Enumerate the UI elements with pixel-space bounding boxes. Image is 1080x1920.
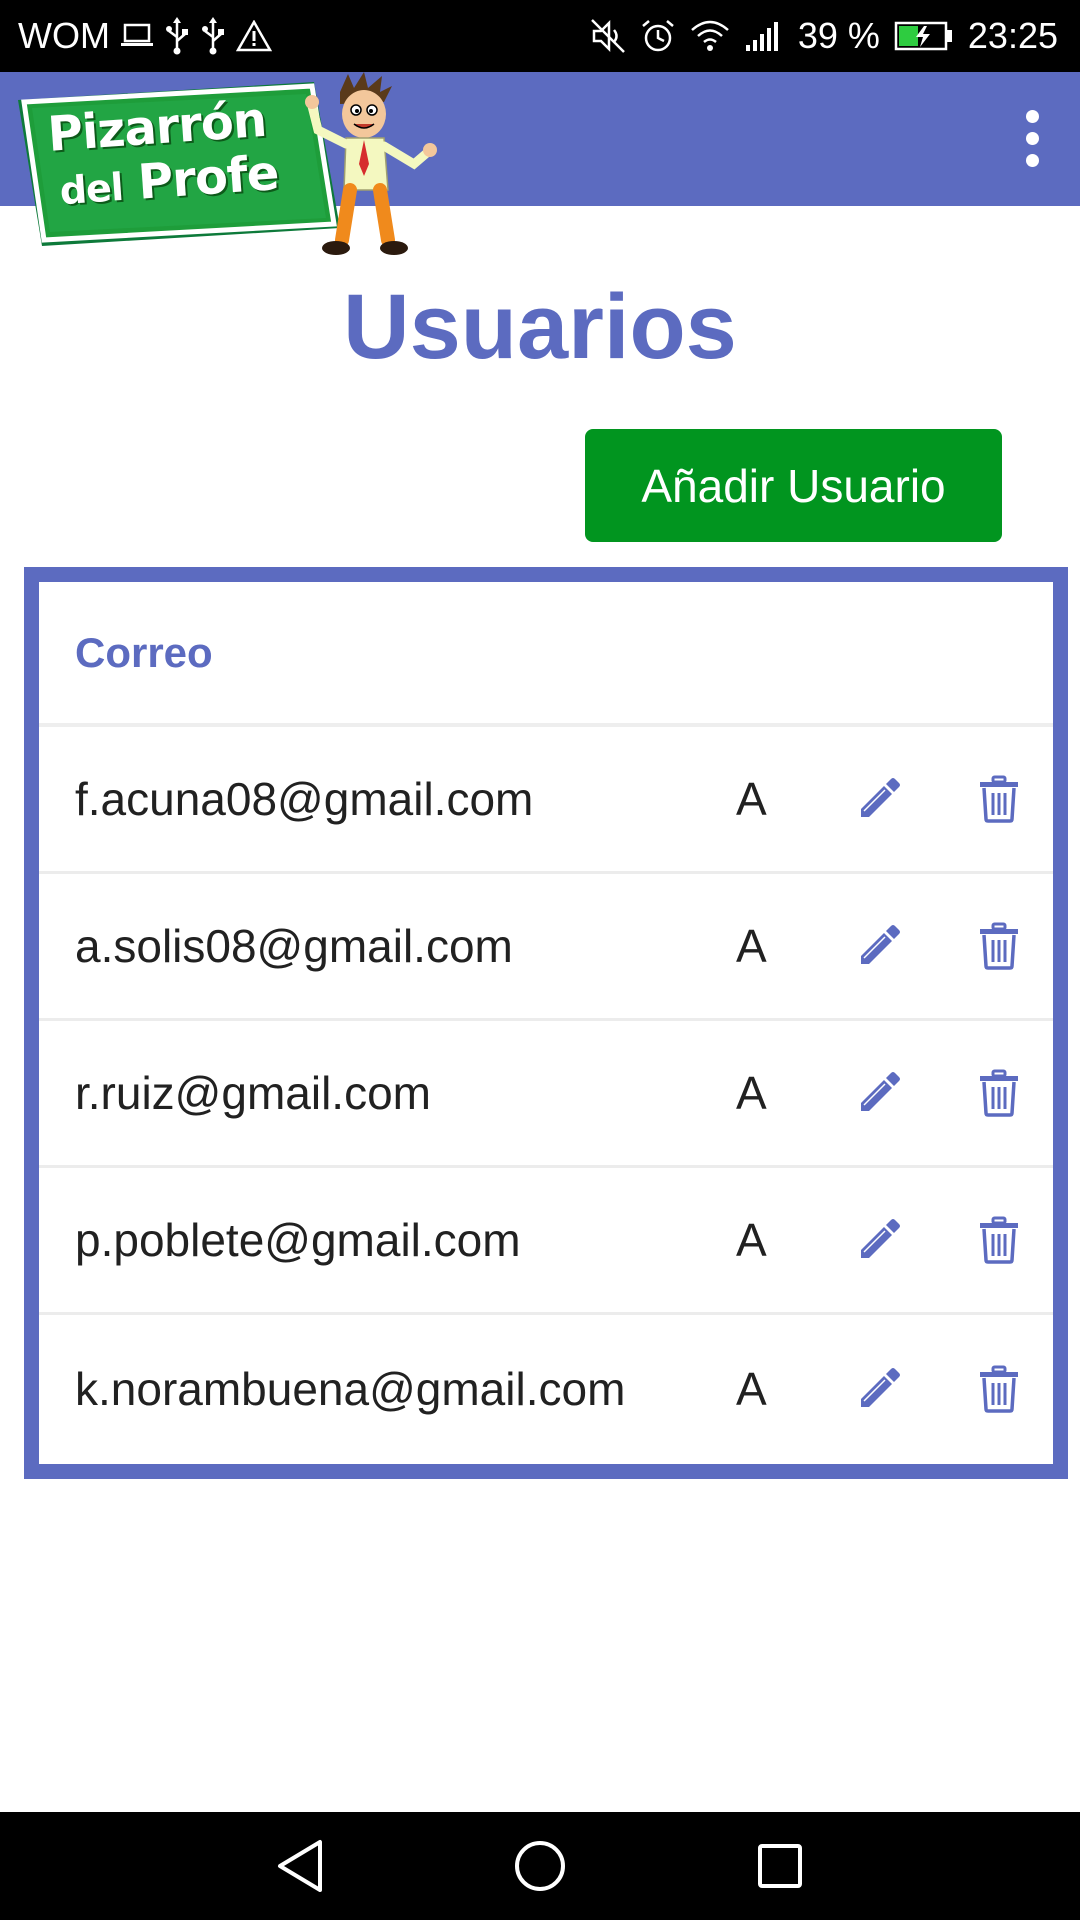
user-email: f.acuna08@gmail.com: [75, 773, 534, 825]
back-button[interactable]: [240, 1812, 360, 1920]
user-email: r.ruiz@gmail.com: [75, 1067, 431, 1119]
battery-percent: 39 %: [797, 15, 880, 56]
recents-button[interactable]: [720, 1812, 840, 1920]
table-row: f.acuna08@gmail.com A: [39, 727, 1053, 874]
home-button[interactable]: [480, 1812, 600, 1920]
edit-user-button[interactable]: [839, 874, 919, 1018]
back-icon: [278, 1840, 322, 1892]
user-email: k.norambuena@gmail.com: [75, 1362, 626, 1415]
signal-icon: [744, 19, 784, 53]
edit-user-button[interactable]: [839, 1021, 919, 1165]
user-role: A: [736, 1067, 767, 1119]
delete-user-button[interactable]: [959, 1021, 1039, 1165]
pencil-icon: [861, 778, 900, 817]
logo-text: Pizarrón del Profe: [46, 89, 323, 219]
delete-user-button[interactable]: [959, 874, 1039, 1018]
home-icon: [515, 1841, 565, 1891]
table-row: p.poblete@gmail.com A: [39, 1168, 1053, 1315]
alarm-icon: [640, 18, 676, 54]
mascot-illustration: [305, 72, 437, 255]
table-row: a.solis08@gmail.com A: [39, 874, 1053, 1021]
wifi-icon: [690, 18, 730, 54]
delete-user-button[interactable]: [959, 1168, 1039, 1312]
edit-user-button[interactable]: [839, 727, 919, 871]
user-email: p.poblete@gmail.com: [75, 1214, 521, 1266]
user-email: a.solis08@gmail.com: [75, 920, 513, 972]
pencil-icon: [861, 1219, 900, 1258]
overflow-menu-button[interactable]: [992, 88, 1072, 188]
status-bar: WOM 39 % 23:25: [0, 0, 1080, 72]
carrier-name: WOM: [18, 15, 110, 56]
logo-word-profe: Profe: [136, 145, 281, 211]
status-clock: 23:25: [967, 15, 1058, 56]
delete-user-button[interactable]: [959, 727, 1039, 871]
add-user-button[interactable]: Añadir Usuario: [585, 429, 1002, 542]
edit-user-button[interactable]: [839, 1315, 919, 1462]
pencil-icon: [861, 1072, 900, 1111]
mute-icon: [590, 18, 626, 54]
page-title: Usuarios: [343, 276, 737, 378]
pencil-icon: [861, 925, 900, 964]
navigation-bar: [0, 1812, 1080, 1920]
table-row: k.norambuena@gmail.com A: [39, 1315, 1053, 1462]
user-role: A: [736, 1362, 767, 1415]
trash-icon: [980, 775, 1018, 823]
table-row: r.ruiz@gmail.com A: [39, 1021, 1053, 1168]
trash-icon: [980, 1069, 1018, 1117]
user-role: A: [736, 1214, 767, 1266]
warning-icon: [235, 20, 272, 52]
pencil-icon: [861, 1367, 900, 1407]
status-right-group: 39 % 23:25: [590, 0, 1058, 72]
edit-user-button[interactable]: [839, 1168, 919, 1312]
status-left-group: WOM: [18, 0, 272, 72]
recents-icon: [758, 1844, 802, 1888]
delete-user-button[interactable]: [959, 1315, 1039, 1462]
logo-word-del: del: [58, 164, 125, 214]
user-role: A: [736, 773, 767, 825]
app-logo: Pizarrón del Profe: [8, 72, 440, 262]
laptop-icon: [120, 21, 154, 51]
user-role: A: [736, 920, 767, 972]
table-header: Correo: [39, 582, 1053, 727]
trash-icon: [980, 922, 1018, 970]
trash-icon: [980, 1365, 1018, 1413]
users-table: Correo f.acuna08@gmail.com A a.solis08@g…: [24, 567, 1068, 1479]
more-vert-icon: [1025, 109, 1039, 167]
usb-icon: [200, 17, 226, 55]
battery-charging-icon: [894, 20, 954, 52]
trash-icon: [980, 1216, 1018, 1264]
usb-icon: [164, 17, 190, 55]
header-email-column: Correo: [75, 628, 213, 676]
